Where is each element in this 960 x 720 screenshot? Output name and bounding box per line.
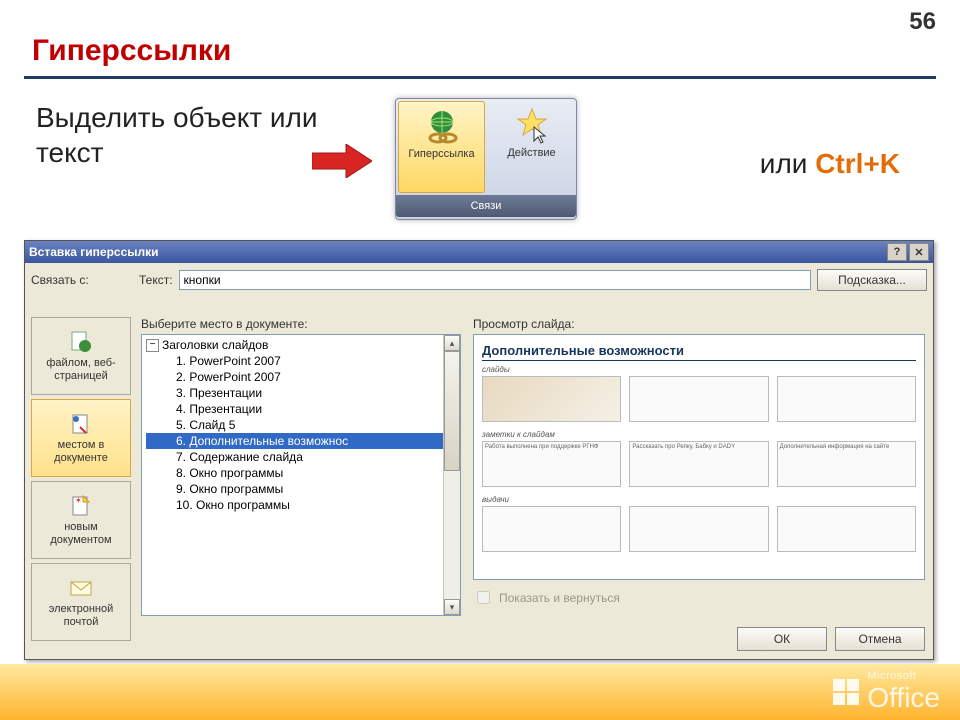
scroll-thumb[interactable] [444,351,460,471]
scroll-down-button[interactable]: ▾ [444,599,460,615]
preview-thumb [482,506,621,552]
step-text: Выделить объект или текст [36,100,336,170]
preview-label: Просмотр слайда: [473,317,925,331]
document-bookmark-icon [69,412,93,436]
display-text-label: Текст: [139,273,173,287]
collapse-icon[interactable]: − [146,339,159,352]
dialog-title: Вставка гиперссылки [29,245,885,259]
shortcut-key: Ctrl+K [815,148,900,179]
arrow-icon [312,144,372,178]
tree-item[interactable]: 4. Презентации [146,401,458,417]
sidebar-item-label: новым документом [34,521,128,545]
office-logo-icon [833,679,859,705]
slide-preview-pane: Просмотр слайда: Дополнительные возможно… [473,317,925,581]
envelope-icon [69,576,93,600]
brand-big: Office [867,682,940,714]
link-to-sidebar: файлом, веб-страницей местом в документе… [31,317,131,615]
screentip-button[interactable]: Подсказка... [817,269,927,291]
tree-scrollbar[interactable]: ▴ ▾ [443,335,460,615]
ribbon-group-links: Гиперссылка Действие Связи [395,98,577,220]
page-globe-icon [69,330,93,354]
tree-item-selected[interactable]: 6. Дополнительные возможнос [146,433,458,449]
show-return-input [477,591,490,604]
tree-item[interactable]: 1. PowerPoint 2007 [146,353,458,369]
tree-item[interactable]: 2. PowerPoint 2007 [146,369,458,385]
dialog-help-button[interactable]: ? [887,243,907,261]
insert-hyperlink-dialog: Вставка гиперссылки ? ✕ Связать с: Текст… [24,240,934,660]
ribbon-hyperlink-button[interactable]: Гиперссылка [398,101,485,193]
dialog-titlebar: Вставка гиперссылки ? ✕ [25,241,933,263]
tree-item[interactable]: 10. Окно программы [146,497,458,513]
svg-text:✶: ✶ [75,496,82,505]
preview-section: заметки к слайдам [482,430,916,439]
tree-root[interactable]: − Заголовки слайдов [146,337,458,353]
document-tree[interactable]: − Заголовки слайдов 1. PowerPoint 2007 2… [141,334,461,616]
sidebar-item-new-doc[interactable]: ✶ новым документом [31,481,131,559]
tree-item[interactable]: 5. Слайд 5 [146,417,458,433]
tree-item[interactable]: 9. Окно программы [146,481,458,497]
tree-item[interactable]: 8. Окно программы [146,465,458,481]
slide-preview: Дополнительные возможности слайды заметк… [473,334,925,580]
page-number: 56 [909,8,936,36]
title-rule [24,76,936,79]
preview-thumb [629,506,768,552]
preview-thumb [482,376,621,422]
cancel-button[interactable]: Отмена [835,627,925,651]
tree-item[interactable]: 7. Содержание слайда [146,449,458,465]
ribbon-action-button[interactable]: Действие [489,101,574,193]
tree-item[interactable]: 3. Презентации [146,385,458,401]
show-return-label: Показать и вернуться [499,591,620,605]
preview-thumb: Рассказать про Репку, Бабку и DADY [629,441,768,487]
ok-button[interactable]: ОК [737,627,827,651]
sidebar-item-file-web[interactable]: файлом, веб-страницей [31,317,131,395]
dialog-close-button[interactable]: ✕ [909,243,929,261]
link-with-label: Связать с: [31,269,131,287]
preview-thumb: Работа выполнена при поддержке РГНФ [482,441,621,487]
preview-section: слайды [482,365,916,374]
display-text-input[interactable] [179,270,811,290]
footer-brand: Microsoft Office [0,664,960,720]
show-and-return-checkbox: Показать и вернуться [473,588,620,607]
scroll-up-button[interactable]: ▴ [444,335,460,351]
preview-thumb [777,506,916,552]
brand-small: Microsoft [867,670,936,682]
star-cursor-icon [512,107,552,145]
place-in-document-pane: Выберите место в документе: − Заголовки … [141,317,461,615]
ribbon-hyperlink-label: Гиперссылка [408,148,474,160]
ribbon-action-label: Действие [507,147,555,159]
preview-thumb [629,376,768,422]
tree-label: Выберите место в документе: [141,317,461,331]
ribbon-group-label: Связи [396,195,576,217]
globe-link-icon [422,108,462,146]
sidebar-item-place-in-doc[interactable]: местом в документе [31,399,131,477]
tree-root-label: Заголовки слайдов [162,338,268,352]
new-document-icon: ✶ [69,494,93,518]
shortcut-text: или Ctrl+K [760,148,900,180]
sidebar-item-label: электронной почтой [34,603,128,627]
sidebar-item-email[interactable]: электронной почтой [31,563,131,641]
shortcut-or: или [760,148,808,179]
slide-title: Гиперссылки [32,34,231,68]
sidebar-item-label: местом в документе [34,439,128,463]
preview-section: выдачи [482,495,916,504]
preview-slide-title: Дополнительные возможности [482,343,916,361]
preview-thumb: Дополнительная информация на сайте [777,441,916,487]
sidebar-item-label: файлом, веб-страницей [34,357,128,381]
preview-thumb [777,376,916,422]
